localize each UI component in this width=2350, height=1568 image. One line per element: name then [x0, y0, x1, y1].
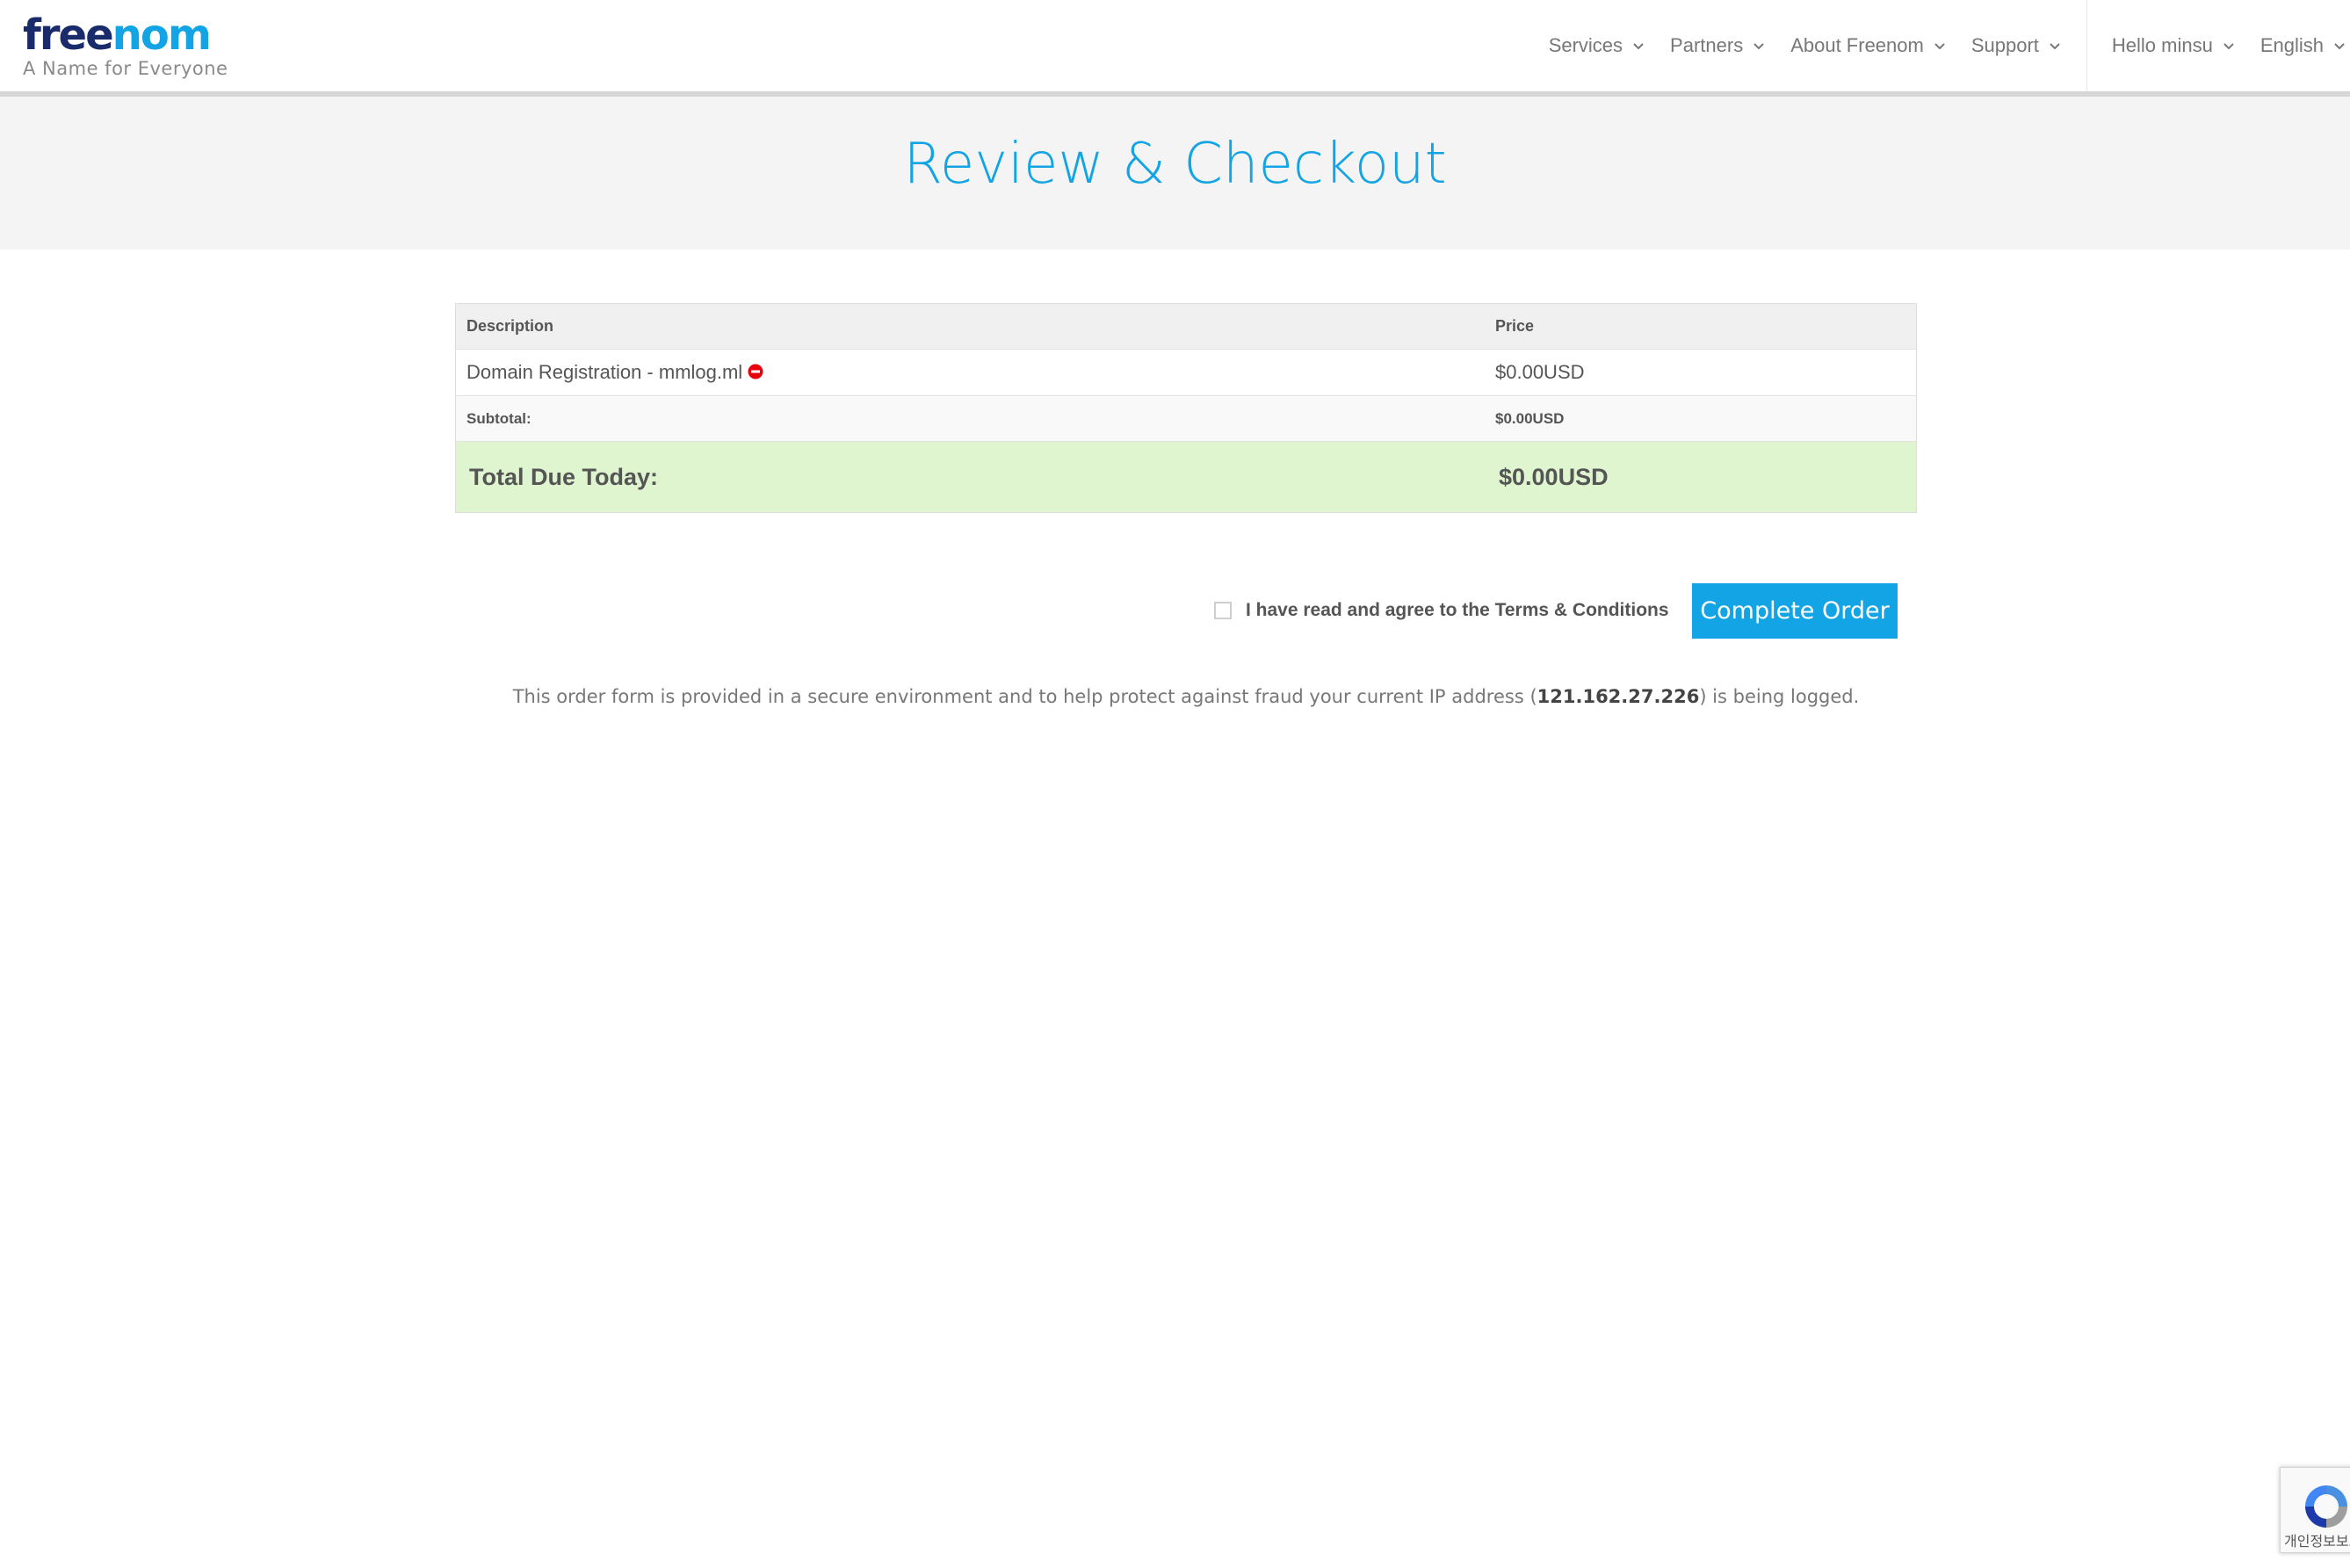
order-summary-table: Description Price Domain Registration - … — [455, 303, 1917, 513]
item-price: $0.00USD — [1495, 361, 1585, 383]
subtotal-label: Subtotal: — [466, 409, 531, 427]
nav-partners-label: Partners — [1670, 34, 1744, 56]
nav-divider — [2086, 0, 2087, 91]
remove-circle-icon[interactable] — [748, 364, 763, 379]
chevron-down-icon — [2334, 43, 2345, 50]
page-title: Review & Checkout — [903, 132, 1447, 197]
logo-tagline: A Name for Everyone — [23, 58, 228, 79]
chevron-down-icon — [2050, 43, 2060, 50]
nav-about-freenom[interactable]: About Freenom — [1778, 0, 1959, 91]
subtotal-value: $0.00USD — [1495, 409, 1565, 427]
user-menu-label: Hello minsu — [2111, 34, 2213, 56]
item-description-cell: Domain Registration - mmlog.ml — [456, 361, 1495, 384]
item-description: Domain Registration - mmlog.ml — [466, 361, 743, 383]
chevron-down-icon — [1633, 43, 1644, 50]
language-label: English — [2260, 34, 2324, 56]
total-label: Total Due Today: — [469, 463, 658, 490]
freenom-logo[interactable]: freenom A Name for Everyone — [23, 12, 228, 79]
page-banner: Review & Checkout — [0, 97, 2350, 249]
terms-checkbox[interactable] — [1214, 602, 1232, 619]
recaptcha-icon — [2305, 1485, 2347, 1528]
table-row: Domain Registration - mmlog.ml $0.00USD — [456, 350, 1916, 396]
recaptcha-privacy-text: 개인정보보호 — [2284, 1533, 2350, 1550]
nav-services-label: Services — [1548, 34, 1623, 56]
nav-support-label: Support — [1970, 34, 2039, 56]
chevron-down-icon — [1753, 43, 1764, 50]
nav-about-label: About Freenom — [1790, 34, 1924, 56]
notice-text-after: ) is being logged. — [1699, 686, 1860, 707]
terms-conditions-link[interactable]: Terms & Conditions — [1495, 600, 1669, 621]
site-header: freenom A Name for Everyone Services Par… — [0, 0, 2350, 97]
user-menu[interactable]: Hello minsu — [2100, 0, 2248, 91]
total-value: $0.00USD — [1499, 463, 1609, 490]
subtotal-row: Subtotal: $0.00USD — [456, 396, 1916, 442]
main-nav: Services Partners About Freenom Support … — [1537, 0, 2350, 91]
language-menu[interactable]: English — [2248, 0, 2350, 91]
table-header-row: Description Price — [456, 304, 1916, 350]
complete-order-button[interactable]: Complete Order — [1692, 583, 1898, 639]
chevron-down-icon — [1934, 43, 1945, 50]
terms-text: I have read and agree to the — [1246, 600, 1495, 620]
logo-nom-text: nom — [112, 11, 212, 60]
nav-services[interactable]: Services — [1537, 0, 1658, 91]
nav-support[interactable]: Support — [1959, 0, 2074, 91]
chevron-down-icon — [2223, 43, 2234, 50]
recaptcha-badge[interactable]: 개인정보보호 — [2280, 1467, 2350, 1553]
logo-wordmark: freenom — [23, 12, 228, 58]
logo-free-text: free — [23, 11, 114, 60]
notice-text-before: This order form is provided in a secure … — [512, 686, 1537, 707]
terms-agreement: I have read and agree to the Terms & Con… — [1214, 597, 1669, 624]
nav-partners[interactable]: Partners — [1658, 0, 1778, 91]
security-notice: This order form is provided in a secure … — [0, 686, 2350, 707]
column-header-description: Description — [466, 317, 554, 335]
column-header-price: Price — [1495, 317, 1535, 335]
total-row: Total Due Today: $0.00USD — [456, 442, 1916, 512]
ip-address: 121.162.27.226 — [1537, 686, 1700, 707]
